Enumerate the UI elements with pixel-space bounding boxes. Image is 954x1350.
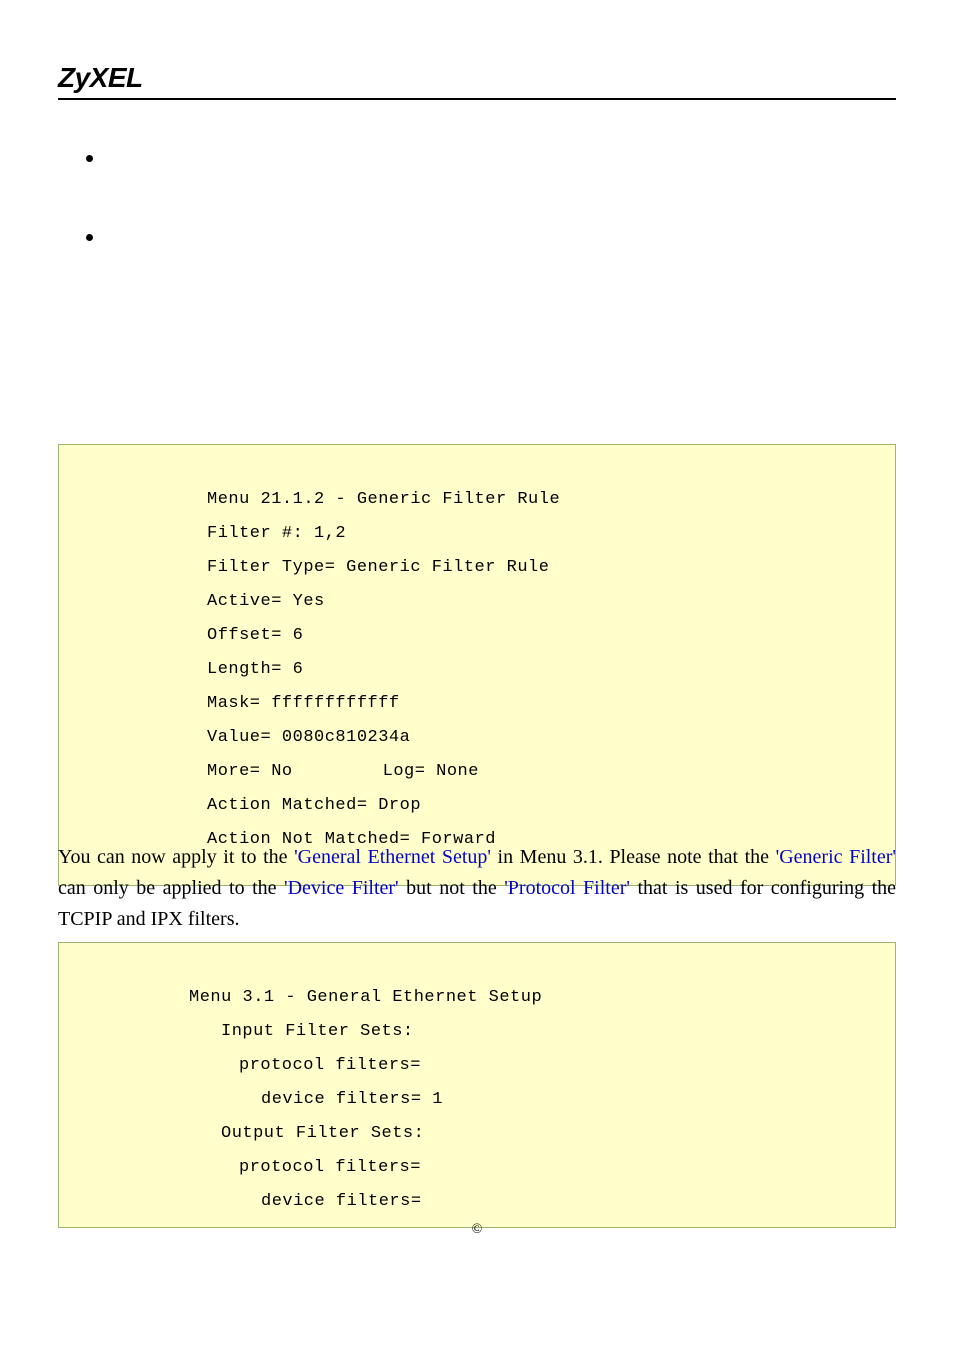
link-device-filter[interactable]: 'Device Filter'	[284, 877, 399, 899]
bullet-icon	[86, 234, 93, 241]
link-generic-filter[interactable]: 'Generic Filter'	[776, 846, 896, 868]
body-paragraph: You can now apply it to the 'General Eth…	[58, 842, 896, 935]
code-text: More= No	[207, 762, 293, 781]
code-line: Mask= ffffffffffff	[207, 687, 895, 721]
body-text: in Menu 3.1. Please note that the	[491, 846, 776, 868]
bullet-list	[86, 155, 93, 313]
code-line: Menu 3.1 - General Ethernet Setup	[189, 981, 895, 1015]
code-line: protocol filters=	[189, 1151, 895, 1185]
code-line: Output Filter Sets:	[189, 1117, 895, 1151]
code-text: Log= None	[383, 762, 479, 781]
code-line: Active= Yes	[207, 585, 895, 619]
link-protocol-filter[interactable]: 'Protocol Filter'	[504, 877, 630, 899]
code-line: Menu 21.1.2 - Generic Filter Rule	[207, 483, 895, 517]
body-text: but not the	[399, 877, 505, 899]
link-general-ethernet-setup[interactable]: 'General Ethernet Setup'	[294, 846, 491, 868]
code-line: Offset= 6	[207, 619, 895, 653]
code-line: Value= 0080c810234a	[207, 721, 895, 755]
code-line: More= No Log= None	[207, 755, 895, 789]
code-block-filter-rule: Menu 21.1.2 - Generic Filter Rule Filter…	[58, 444, 896, 886]
page-header: ZyXEL	[58, 62, 896, 100]
logo-text: ZyXEL	[58, 62, 896, 94]
code-line: Action Matched= Drop	[207, 789, 895, 823]
header-divider	[58, 98, 896, 100]
code-line: Filter Type= Generic Filter Rule	[207, 551, 895, 585]
code-block-ethernet-setup: Menu 3.1 - General Ethernet Setup Input …	[58, 942, 896, 1228]
code-line: Length= 6	[207, 653, 895, 687]
code-line: device filters=	[189, 1185, 895, 1219]
body-text: You can now apply it to the	[58, 846, 294, 868]
bullet-icon	[86, 155, 93, 162]
code-line: Filter #: 1,2	[207, 517, 895, 551]
code-line: device filters= 1	[189, 1083, 895, 1117]
code-line: Input Filter Sets:	[189, 1015, 895, 1049]
body-text: can only be applied to the	[58, 877, 284, 899]
copyright-symbol: ©	[0, 1222, 954, 1238]
code-line: protocol filters=	[189, 1049, 895, 1083]
